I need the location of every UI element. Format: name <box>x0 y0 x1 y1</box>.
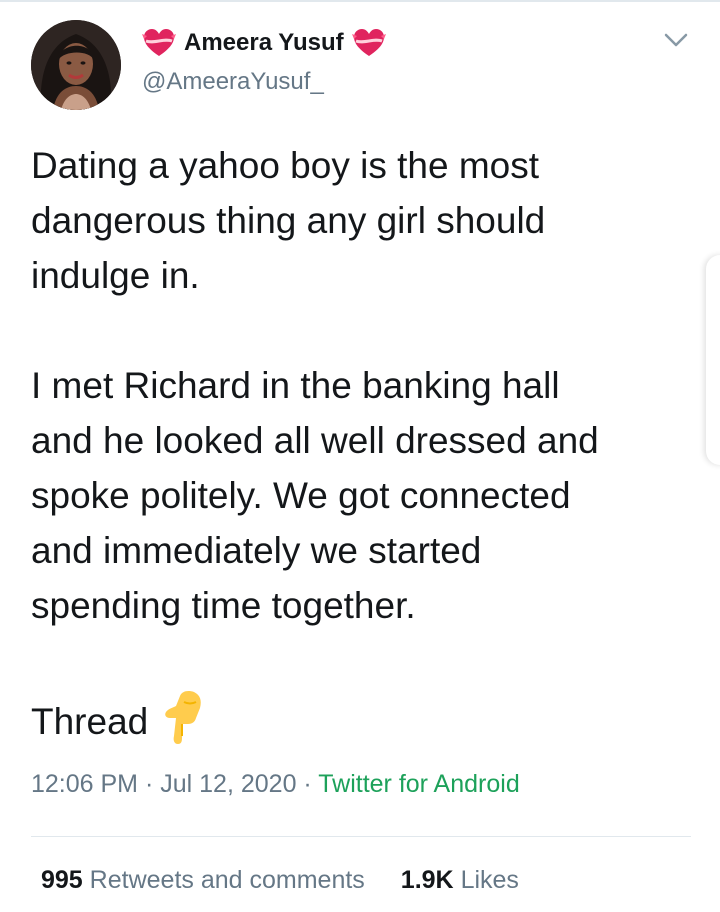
chevron-down-icon[interactable] <box>662 30 690 50</box>
author-handle[interactable]: @AmeeraYusuf_ <box>142 68 324 96</box>
tweet-paragraph: Dating a yahoo boy is the most dangerous… <box>31 145 546 296</box>
avatar-photo <box>31 20 121 110</box>
thread-label: Thread <box>31 701 149 742</box>
heart-with-ribbon-icon <box>351 29 386 56</box>
tweet-meta: 12:06 PM · Jul 12, 2020 · Twitter for An… <box>31 770 520 799</box>
tweet-time[interactable]: 12:06 PM <box>31 770 138 798</box>
thread-line: Thread <box>31 688 701 749</box>
author-display-name[interactable]: Ameera Yusuf <box>184 29 344 57</box>
stats-divider <box>31 836 691 837</box>
tweet-text: Dating a yahoo boy is the most dangerous… <box>31 138 701 749</box>
tweet-stats: 995 Retweets and comments 1.9K Likes <box>41 866 519 895</box>
top-divider <box>0 0 720 2</box>
retweets-stat[interactable]: 995 Retweets and comments <box>41 866 365 894</box>
retweets-label: Retweets and comments <box>89 866 365 894</box>
tweet-paragraph: I met Richard in the banking hall and he… <box>31 365 599 626</box>
pointing-down-hand-icon <box>165 691 201 744</box>
tweet-source-link[interactable]: Twitter for Android <box>318 770 519 798</box>
scroll-indicator[interactable] <box>706 255 720 465</box>
heart-with-ribbon-icon <box>142 29 176 56</box>
tweet-date[interactable]: Jul 12, 2020 <box>160 770 296 798</box>
likes-count: 1.9K <box>400 866 454 894</box>
meta-separator: · <box>303 770 312 798</box>
avatar[interactable] <box>31 20 121 110</box>
likes-stat[interactable]: 1.9K Likes <box>401 866 519 894</box>
meta-separator: · <box>144 770 154 798</box>
likes-label: Likes <box>460 866 519 894</box>
retweets-count: 995 <box>41 866 83 894</box>
author-name-row[interactable]: Ameera Yusuf <box>142 26 386 60</box>
